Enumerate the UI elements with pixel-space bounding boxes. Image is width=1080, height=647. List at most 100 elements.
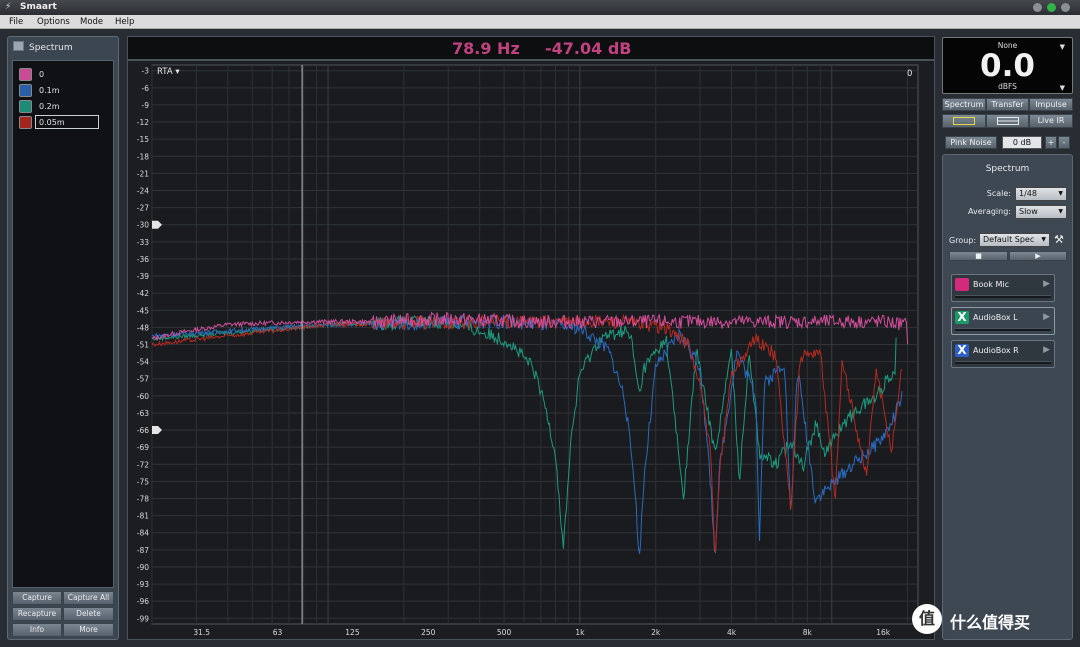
maximize-button[interactable] xyxy=(1047,3,1056,12)
y-tick-label: -18 xyxy=(137,152,149,161)
menu-help[interactable]: Help xyxy=(115,17,134,27)
plot-grid xyxy=(151,64,919,625)
scale-label: Scale: xyxy=(986,189,1011,198)
trace-item[interactable]: 0 xyxy=(19,68,109,81)
trace-label: 0 xyxy=(39,70,45,79)
trace-color-swatch[interactable] xyxy=(19,100,32,113)
y-tick-label: -57 xyxy=(137,375,149,384)
measurement-level-bar xyxy=(955,328,1051,331)
y-tick-label: -24 xyxy=(137,186,149,195)
trace-color-swatch[interactable] xyxy=(19,84,32,97)
generator-level-field[interactable]: 0 dB xyxy=(1002,136,1042,149)
tab-spectrum[interactable]: Spectrum xyxy=(942,98,986,111)
trace-item[interactable]: 0.05m xyxy=(19,115,109,129)
play-icon[interactable]: ▶ xyxy=(1043,312,1050,322)
measurement-color-icon xyxy=(955,278,969,291)
spectrum-plot[interactable]: -3 -6 -9 -12 -15 -18 -21 -24 -27 -30 -33 -36 -39 -42 -… xyxy=(127,60,935,640)
measurement-book-mic[interactable]: Book Mic ▶ xyxy=(951,274,1055,302)
y-tick-label: -90 xyxy=(137,563,149,572)
collapse-checkbox[interactable] xyxy=(13,41,24,51)
x-tick-label: 500 xyxy=(497,628,512,637)
minimize-button[interactable] xyxy=(1033,3,1042,12)
y-tick-label: -15 xyxy=(137,135,149,144)
spectrum-settings-title: Spectrum xyxy=(985,164,1030,174)
x-tick-label: 250 xyxy=(421,628,436,637)
x-tick-label: 16k xyxy=(876,628,891,637)
play-icon[interactable]: ▶ xyxy=(1043,345,1050,355)
chevron-down-icon: ▼ xyxy=(1058,208,1063,215)
start-button[interactable]: ▶ xyxy=(1009,251,1067,261)
level-down-button[interactable]: - xyxy=(1058,136,1070,149)
y-tick-label: -36 xyxy=(137,255,149,264)
rta-mode-selector[interactable]: RTA ▾ xyxy=(157,67,180,77)
spectrum-chart[interactable]: -3 -6 -9 -12 -15 -18 -21 -24 -27 -30 -33 -36 -39 -42 -… xyxy=(128,61,934,639)
level-up-button[interactable]: + xyxy=(1045,136,1057,149)
tab-impulse[interactable]: Impulse xyxy=(1029,98,1073,111)
y-tick-label: -54 xyxy=(137,358,149,367)
trace-panel-header[interactable]: Spectrum xyxy=(13,41,73,53)
x-tick-label: 8k xyxy=(803,628,813,637)
x-tick-label: 125 xyxy=(345,628,360,637)
y-tick-label: -96 xyxy=(137,597,149,606)
offset-label: 0 xyxy=(907,69,912,79)
trace-color-swatch[interactable] xyxy=(19,116,32,129)
y-tick-label: -9 xyxy=(142,101,150,110)
cursor-frequency: 78.9 Hz xyxy=(452,39,520,58)
chevron-down-icon: ▼ xyxy=(1041,236,1046,243)
tab-transfer[interactable]: Transfer xyxy=(986,98,1029,111)
averaging-dropdown[interactable]: Slow ▼ xyxy=(1015,205,1067,219)
measurement-level-bar xyxy=(955,361,1051,364)
measurement-name: AudioBox R xyxy=(973,346,1019,355)
play-icon[interactable]: ▶ xyxy=(1043,279,1050,289)
delete-button[interactable]: Delete xyxy=(63,607,114,621)
single-pane-icon xyxy=(953,117,975,125)
y-tick-label: -27 xyxy=(137,204,149,213)
menu-file[interactable]: File xyxy=(9,17,23,27)
scale-dropdown[interactable]: 1/48 ▼ xyxy=(1015,187,1067,201)
group-dropdown[interactable]: Default Spec ▼ xyxy=(979,233,1050,247)
measurement-audiobox-r[interactable]: X AudioBox R ▶ xyxy=(951,340,1055,368)
x-tick-label: 4k xyxy=(727,628,737,637)
pink-noise-button[interactable]: Pink Noise xyxy=(945,136,997,149)
menu-options[interactable]: Options xyxy=(37,17,70,27)
measurement-name: AudioBox L xyxy=(973,313,1018,322)
tools-icon[interactable]: ⚒ xyxy=(1054,233,1064,246)
y-tick-label: -72 xyxy=(137,460,149,469)
y-tick-label: -60 xyxy=(137,392,149,401)
trace-color-swatch[interactable] xyxy=(19,68,32,81)
recapture-button[interactable]: Recapture xyxy=(12,607,62,621)
trace-list: 0 0.1m 0.2m 0.05m xyxy=(12,60,114,588)
split-view-button[interactable] xyxy=(986,114,1029,128)
x-axis: 31.5 63 125 250 500 1k 2k 4k 8k 16k xyxy=(193,628,890,637)
level-meter[interactable]: None 0.0 dBFS ▼ ▼ xyxy=(942,37,1073,94)
measurement-audiobox-l[interactable]: X AudioBox L ▶ xyxy=(951,307,1055,335)
info-button[interactable]: Info xyxy=(12,623,62,637)
stop-button[interactable]: ■ xyxy=(949,251,1008,261)
y-tick-label: -87 xyxy=(137,546,149,555)
capture-button[interactable]: Capture xyxy=(12,591,62,605)
y-tick-label: -42 xyxy=(137,289,149,298)
live-ir-button[interactable]: Live IR xyxy=(1029,114,1073,128)
more-button[interactable]: More xyxy=(63,623,114,637)
watermark-text: 什么值得买 xyxy=(950,613,1031,632)
chevron-down-icon: ▼ xyxy=(1058,190,1063,197)
averaging-value: Slow xyxy=(1019,207,1038,216)
chevron-down-icon[interactable]: ▼ xyxy=(1060,43,1065,51)
trace-item[interactable]: 0.2m xyxy=(19,100,109,113)
chevron-down-icon[interactable]: ▼ xyxy=(1060,84,1065,92)
close-icon[interactable]: X xyxy=(955,311,969,324)
capture-all-button[interactable]: Capture All xyxy=(63,591,114,605)
averaging-label: Averaging: xyxy=(968,207,1011,216)
close-icon[interactable]: X xyxy=(955,344,969,357)
single-view-button[interactable] xyxy=(942,114,986,128)
smaart-app: ⚡ Smaart File Options Mode Help Spectrum… xyxy=(0,0,1080,647)
trace-label: 0.1m xyxy=(39,86,60,95)
trace-name-input[interactable]: 0.05m xyxy=(35,115,99,129)
trace-panel: Spectrum 0 0.1m 0.2m 0.05m Capture Captu… xyxy=(7,36,119,640)
trace-item[interactable]: 0.1m xyxy=(19,84,109,97)
x-tick-label: 2k xyxy=(651,628,661,637)
menu-mode[interactable]: Mode xyxy=(80,17,103,27)
close-button[interactable] xyxy=(1061,3,1070,12)
scale-value: 1/48 xyxy=(1019,189,1037,198)
y-axis: -3 -6 -9 -12 -15 -18 -21 -24 -27 -30 -33 -36 -39 -42 -… xyxy=(137,67,149,624)
